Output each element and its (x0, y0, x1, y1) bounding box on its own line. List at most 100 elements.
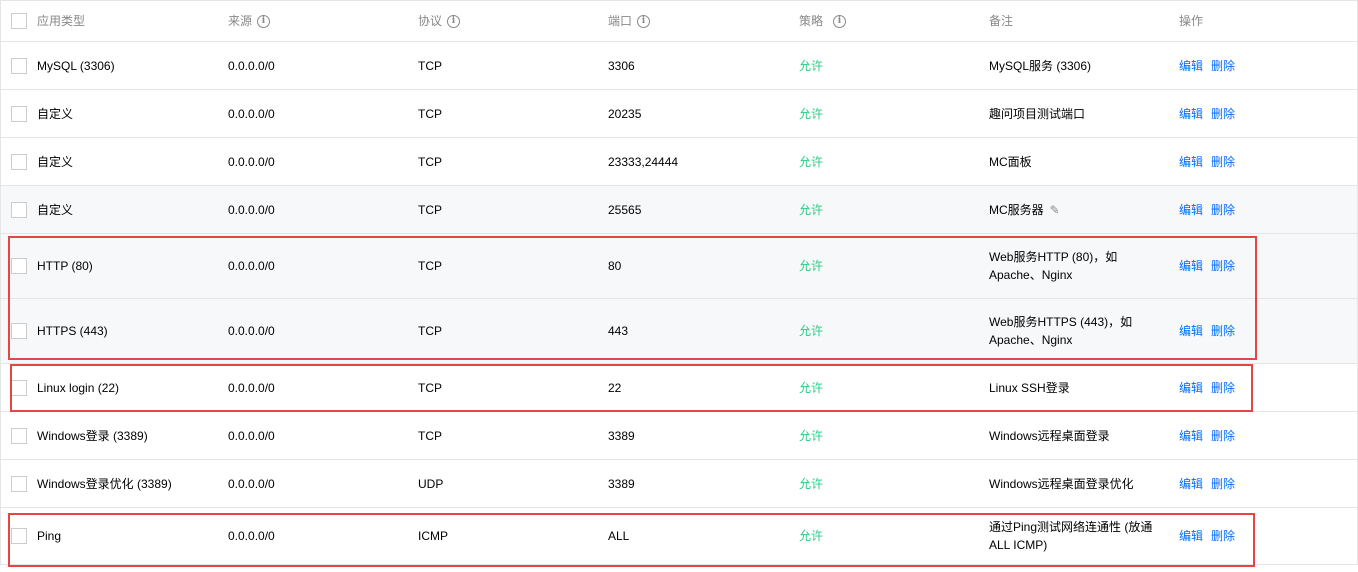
row-checkbox[interactable] (11, 57, 27, 74)
edit-link[interactable]: 编辑 (1179, 427, 1203, 445)
row-select-cell[interactable] (11, 234, 27, 298)
cell-type: HTTP (80) (37, 259, 93, 273)
table-row: Linux login (22) 0.0.0.0/0 TCP 22 允许 Linux SS… (1, 364, 1357, 412)
row-select-cell[interactable] (11, 364, 27, 411)
cell-note-wrap: MC面板 (989, 138, 1164, 185)
edit-link[interactable]: 编辑 (1179, 475, 1203, 493)
cell-protocol: TCP (418, 106, 442, 121)
cell-type: Linux login (22) (37, 380, 120, 395)
cell-port: 20235 (608, 106, 642, 121)
cell-protocol: ICMP (418, 529, 448, 543)
security-group-rules-table: 应用类型 来源 i 协议 i 端口 i 策略 i 备注 操作 MySQL (3306) 0… (0, 0, 1358, 565)
row-select-cell[interactable] (11, 42, 27, 89)
cell-source: 0.0.0.0/0 (228, 529, 275, 543)
table-row: 自定义 0.0.0.0/0 TCP 23333,24444 允许 MC面板 编辑 删除 (1, 138, 1357, 186)
row-select-cell[interactable] (11, 186, 27, 233)
cell-protocol: TCP (418, 380, 442, 395)
cell-ops: 编辑 删除 (1179, 460, 1243, 507)
row-checkbox[interactable] (11, 379, 27, 396)
edit-link[interactable]: 编辑 (1179, 527, 1203, 545)
cell-ops: 编辑 删除 (1179, 138, 1243, 185)
delete-link[interactable]: 删除 (1211, 322, 1235, 340)
edit-link[interactable]: 编辑 (1179, 105, 1203, 123)
info-icon[interactable]: i (833, 14, 847, 28)
pencil-icon[interactable]: ✎ (1050, 201, 1060, 219)
delete-link[interactable]: 删除 (1211, 527, 1235, 545)
cell-source: 0.0.0.0/0 (228, 476, 275, 491)
cell-type: HTTPS (443) (37, 324, 108, 338)
row-select-cell[interactable] (11, 460, 27, 507)
row-checkbox[interactable] (11, 258, 27, 274)
cell-ops: 编辑 删除 (1179, 186, 1243, 233)
cell-port: 22 (608, 380, 622, 395)
cell-ops: 编辑 删除 (1179, 42, 1243, 89)
delete-link[interactable]: 删除 (1211, 57, 1235, 75)
cell-policy: 允许 (799, 259, 824, 273)
cell-protocol: TCP (418, 259, 442, 273)
edit-link[interactable]: 编辑 (1179, 57, 1203, 75)
cell-type: 自定义 (37, 154, 74, 169)
cell-port: 25565 (608, 202, 642, 217)
edit-link[interactable]: 编辑 (1179, 153, 1203, 171)
cell-type: Windows登录优化 (3389) (37, 476, 172, 491)
header-port: 端口 (608, 14, 633, 28)
row-checkbox[interactable] (11, 153, 27, 170)
cell-note-wrap: 通过Ping测试网络连通性 (放通ALL ICMP) (989, 508, 1164, 564)
header-port-cell: 端口 i (608, 1, 651, 41)
cell-note-wrap: Linux SSH登录 (989, 364, 1164, 411)
table-body: MySQL (3306) 0.0.0.0/0 TCP 3306 允许 MySQL服务 (3… (1, 42, 1357, 565)
cell-policy: 允许 (799, 380, 824, 395)
info-icon[interactable]: i (257, 14, 271, 28)
row-select-cell[interactable] (11, 299, 27, 363)
delete-link[interactable]: 删除 (1211, 257, 1235, 275)
cell-port: 80 (608, 259, 622, 273)
table-row: Windows登录 (3389) 0.0.0.0/0 TCP 3389 允许 Window… (1, 412, 1357, 460)
info-icon[interactable]: i (447, 14, 461, 28)
cell-ops: 编辑 删除 (1179, 412, 1243, 459)
cell-policy: 允许 (799, 476, 824, 491)
cell-port: 3389 (608, 476, 635, 491)
cell-type: MySQL (3306) (37, 58, 115, 73)
header-note: 备注 (989, 14, 1014, 28)
delete-link[interactable]: 删除 (1211, 105, 1235, 123)
header-policy-cell: 策略 i (799, 1, 847, 41)
edit-link[interactable]: 编辑 (1179, 201, 1203, 219)
cell-type: Ping (37, 529, 62, 543)
table-row: HTTPS (443) 0.0.0.0/0 TCP 443 允许 Web服务HTTPS (… (1, 299, 1357, 364)
delete-link[interactable]: 删除 (1211, 153, 1235, 171)
delete-link[interactable]: 删除 (1211, 201, 1235, 219)
cell-ops: 编辑 删除 (1179, 299, 1243, 363)
row-select-cell[interactable] (11, 138, 27, 185)
delete-link[interactable]: 删除 (1211, 475, 1235, 493)
row-checkbox[interactable] (11, 105, 27, 122)
select-all-cell[interactable] (11, 1, 27, 41)
cell-note: Web服务HTTP (80)，如Apache、Nginx (989, 250, 1118, 282)
row-checkbox[interactable] (11, 201, 27, 218)
row-checkbox[interactable] (11, 323, 27, 339)
header-type: 应用类型 (37, 14, 86, 28)
row-checkbox[interactable] (11, 427, 27, 444)
row-checkbox[interactable] (11, 528, 27, 544)
cell-ops: 编辑 删除 (1179, 234, 1243, 298)
row-checkbox[interactable] (11, 475, 27, 492)
select-all-checkbox[interactable] (11, 13, 27, 29)
row-select-cell[interactable] (11, 90, 27, 137)
table-row: Windows登录优化 (3389) 0.0.0.0/0 UDP 3389 允许 Wind… (1, 460, 1357, 508)
cell-port: 443 (608, 324, 629, 338)
cell-policy: 允许 (799, 58, 824, 73)
edit-link[interactable]: 编辑 (1179, 322, 1203, 340)
edit-link[interactable]: 编辑 (1179, 379, 1203, 397)
delete-link[interactable]: 删除 (1211, 427, 1235, 445)
delete-link[interactable]: 删除 (1211, 379, 1235, 397)
cell-source: 0.0.0.0/0 (228, 58, 275, 73)
cell-protocol: TCP (418, 202, 442, 217)
cell-port: 23333,24444 (608, 154, 679, 169)
header-source-cell: 来源 i (228, 1, 271, 41)
info-icon[interactable]: i (637, 14, 651, 28)
cell-policy: 允许 (799, 154, 824, 169)
cell-port: ALL (608, 529, 630, 543)
row-select-cell[interactable] (11, 412, 27, 459)
edit-link[interactable]: 编辑 (1179, 257, 1203, 275)
row-select-cell[interactable] (11, 508, 27, 564)
cell-note-wrap: MC服务器 ✎ (989, 186, 1164, 233)
